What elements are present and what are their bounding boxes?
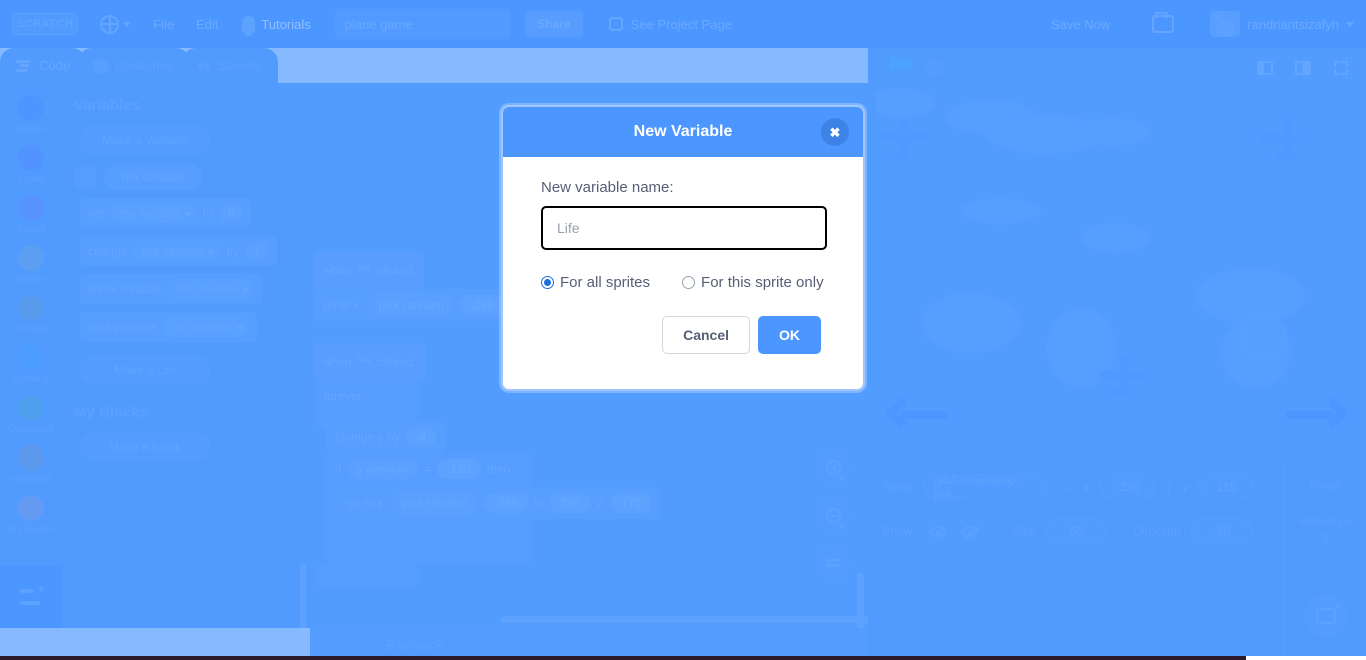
modal-actions: Cancel OK	[541, 316, 825, 354]
radio-unselected-icon	[682, 276, 696, 289]
modal-body: New variable name: For all sprites For t…	[503, 157, 863, 354]
cancel-button[interactable]: Cancel	[662, 316, 750, 354]
radio-for-all-sprites-label: For all sprites	[560, 274, 651, 291]
scratch-editor: SCRATCH File Edit Tutorials plane game S…	[0, 0, 1366, 660]
variable-name-input[interactable]	[541, 206, 827, 250]
modal-header: New Variable ✖	[503, 107, 863, 157]
modal-title: New Variable	[633, 123, 733, 140]
radio-for-this-sprite-only-label: For this sprite only	[701, 274, 824, 291]
bottom-strip	[0, 656, 1366, 660]
ok-button[interactable]: OK	[758, 316, 821, 354]
radio-selected-icon	[541, 276, 554, 289]
radio-for-all-sprites[interactable]: For all sprites	[541, 274, 650, 291]
variable-name-label: New variable name:	[541, 179, 674, 196]
scope-radio-group: For all sprites For this sprite only	[541, 274, 825, 291]
close-icon[interactable]: ✖	[821, 118, 849, 146]
new-variable-modal: New Variable ✖ New variable name: For al…	[501, 105, 865, 391]
radio-for-this-sprite-only[interactable]: For this sprite only	[682, 274, 824, 291]
modal-layer: New Variable ✖ New variable name: For al…	[0, 0, 1366, 660]
